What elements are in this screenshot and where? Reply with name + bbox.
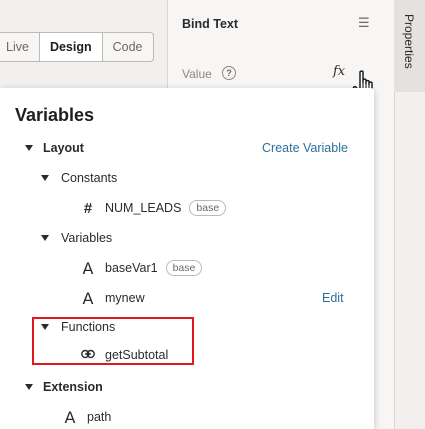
variable-item-basevar1[interactable]: A baseVar1 base — [81, 258, 203, 278]
expand-triangle-icon[interactable] — [25, 384, 33, 390]
string-type-icon: A — [64, 407, 76, 427]
variables-label: Variables — [61, 231, 113, 245]
expand-triangle-icon[interactable] — [41, 175, 49, 181]
edit-link[interactable]: Edit — [322, 291, 344, 305]
fx-icon[interactable]: fx — [333, 64, 345, 79]
value-label: Value — [182, 67, 212, 81]
extension-item-name: path — [87, 410, 112, 424]
string-type-icon: A — [82, 258, 94, 278]
variable-name: baseVar1 — [105, 261, 158, 275]
base-badge: base — [189, 200, 227, 216]
extension-item[interactable]: A path — [63, 407, 112, 427]
menu-icon[interactable]: ☰ — [358, 15, 370, 31]
help-icon[interactable]: ? — [222, 66, 236, 80]
variable-item-mynew[interactable]: A mynew — [81, 288, 145, 308]
tree-node-layout[interactable]: Layout — [25, 138, 84, 158]
create-variable-link[interactable]: Create Variable — [262, 141, 348, 155]
design-mode-button[interactable]: Design — [38, 33, 102, 61]
constant-name: NUM_LEADS — [105, 201, 182, 215]
extension-label: Extension — [43, 380, 103, 394]
tree-node-constants[interactable]: Constants — [41, 168, 117, 188]
tree-node-extension[interactable]: Extension — [25, 377, 103, 397]
live-mode-button[interactable]: Live — [0, 33, 39, 61]
code-mode-button[interactable]: Code — [101, 33, 153, 61]
variable-name: mynew — [105, 291, 145, 305]
panel-title: Bind Text — [182, 17, 239, 31]
hash-icon: # — [83, 199, 93, 217]
string-type-icon: A — [82, 288, 94, 308]
layout-label: Layout — [43, 141, 84, 155]
tab-properties[interactable]: Properties — [402, 14, 416, 69]
base-badge: base — [165, 260, 203, 276]
highlight-box — [32, 317, 194, 365]
popup-title: Variables — [15, 105, 95, 125]
constants-label: Constants — [61, 171, 118, 185]
tree-node-variables[interactable]: Variables — [41, 228, 112, 248]
expand-triangle-icon[interactable] — [25, 145, 33, 151]
variables-popup: Variables Layout Create Variable Constan… — [0, 88, 374, 429]
constant-item[interactable]: # NUM_LEADS base — [81, 198, 227, 218]
view-mode-switcher: Live Design Code — [0, 32, 154, 62]
expand-triangle-icon[interactable] — [41, 235, 49, 241]
